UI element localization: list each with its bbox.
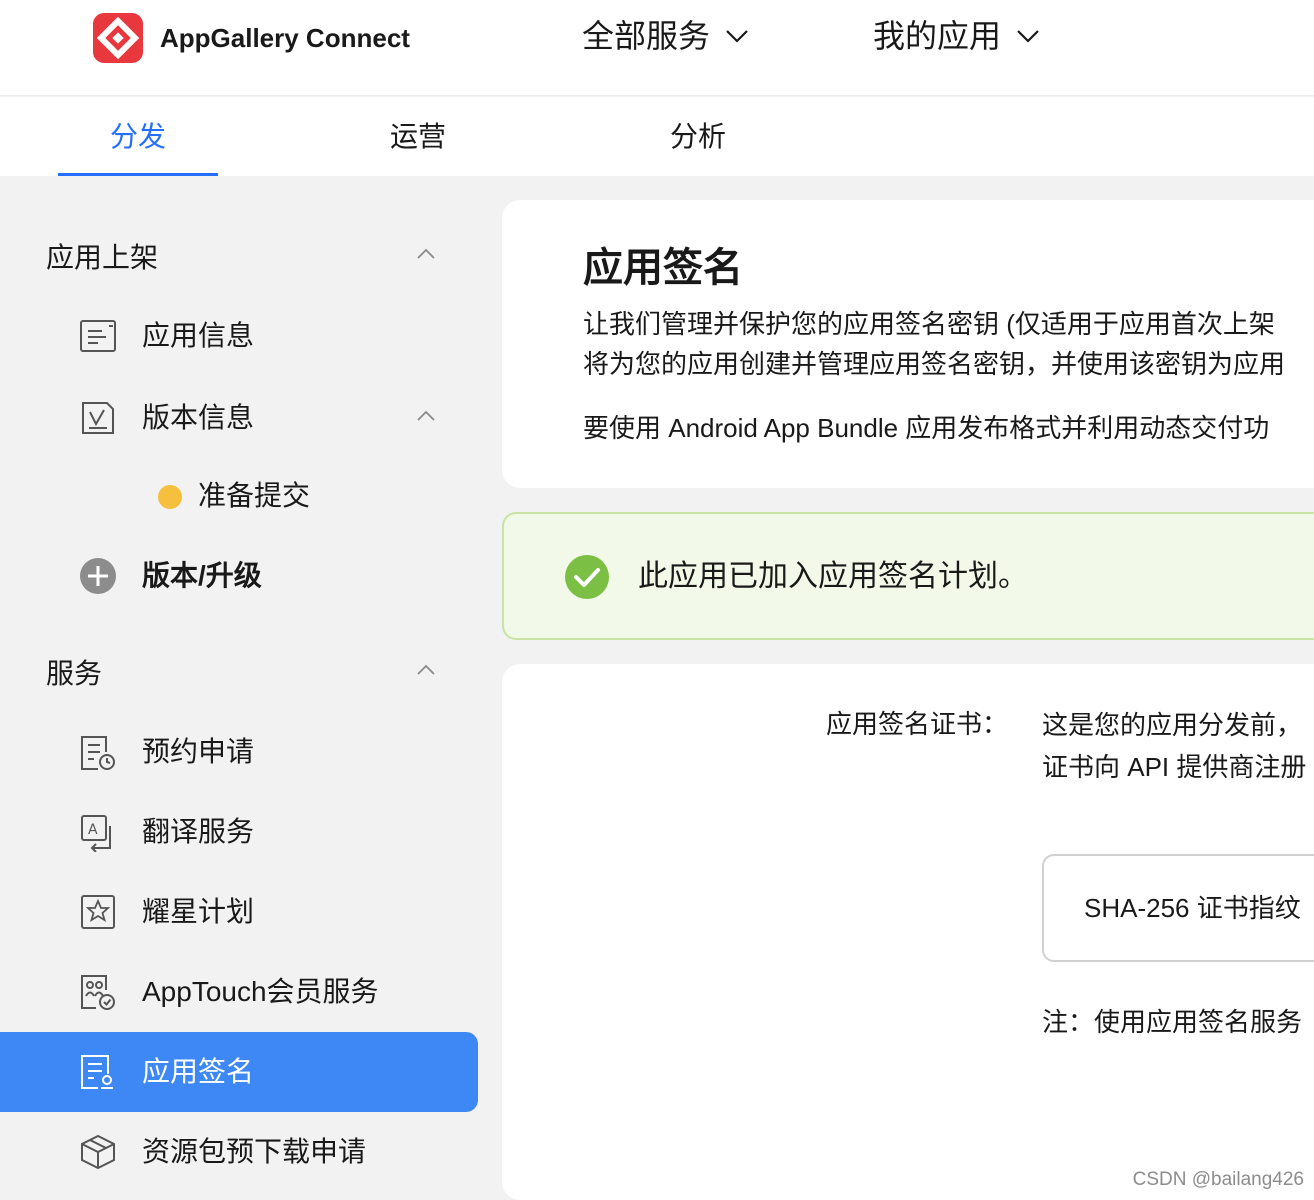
section-tabs: 分发 运营 分析 <box>0 97 1314 176</box>
cert-description-line2: 证书向 API 提供商注册 <box>1042 752 1307 782</box>
sidebar-item-label: 版本信息 <box>142 402 255 433</box>
sidebar-item-translation[interactable]: A 翻译服务 <box>0 792 478 872</box>
sidebar-item-label: 翻译服务 <box>142 816 255 847</box>
app-info-icon <box>80 320 116 352</box>
chevron-down-icon <box>726 30 748 43</box>
reservation-icon <box>81 736 115 770</box>
sidebar-item-label: 准备提交 <box>198 480 311 511</box>
sha256-fingerprint-box[interactable]: SHA-256 证书指纹 <box>1042 854 1314 962</box>
package-icon <box>81 1134 115 1170</box>
translation-icon: A <box>81 815 111 852</box>
my-apps-menu[interactable]: 我的应用 <box>873 14 1041 58</box>
sidebar-item-label: 耀星计划 <box>142 896 255 927</box>
sidebar-item-label: 资源包预下载申请 <box>142 1136 367 1167</box>
all-services-menu[interactable]: 全部服务 <box>582 14 750 58</box>
sidebar-item-version-info[interactable]: 版本信息 <box>0 378 478 458</box>
tab-operations[interactable]: 运营 <box>338 97 498 176</box>
my-apps-label: 我的应用 <box>873 18 1002 54</box>
version-info-icon <box>82 402 114 434</box>
sidebar-item-star-plan[interactable]: 耀星计划 <box>0 872 478 952</box>
sha256-fingerprint-label: SHA-256 证书指纹 <box>1084 893 1301 923</box>
app-signing-icon <box>81 1055 113 1089</box>
sidebar-item-app-signing[interactable]: 应用签名 <box>0 1032 478 1112</box>
tab-analytics[interactable]: 分析 <box>618 97 778 176</box>
chevron-up-icon[interactable] <box>414 242 438 266</box>
sidebar-item-label: AppTouch会员服务 <box>142 976 379 1007</box>
star-plan-icon <box>81 895 115 929</box>
sidebar-item-label: 版本/升级 <box>142 560 262 591</box>
chevron-up-icon[interactable] <box>414 404 438 428</box>
intro-text-line3: 要使用 Android App Bundle 应用发布格式并利用动态交付功 <box>583 413 1270 443</box>
sidebar-item-ready-to-submit[interactable]: 准备提交 <box>0 456 478 536</box>
signing-note: 注：使用应用签名服务 <box>1042 1007 1303 1037</box>
sidebar-item-reservation[interactable]: 预约申请 <box>0 712 478 792</box>
sidebar-item-member-service[interactable]: AppTouch会员服务 <box>0 952 478 1032</box>
cert-label: 应用签名证书： <box>826 709 1009 739</box>
sidebar-item-label: 应用信息 <box>142 320 255 351</box>
all-services-label: 全部服务 <box>582 18 711 54</box>
svg-text:A: A <box>88 822 98 838</box>
sidebar-section-services[interactable]: 服务 <box>46 654 102 694</box>
brand-name[interactable]: AppGallery Connect <box>160 20 410 56</box>
cert-description-line1: 这是您的应用分发前， <box>1042 710 1303 740</box>
status-dot <box>158 485 182 509</box>
success-banner: 此应用已加入应用签名计划。 <box>502 512 1314 640</box>
sidebar-item-package-preload[interactable]: 资源包预下载申请 <box>0 1112 478 1192</box>
page-title: 应用签名 <box>583 246 743 290</box>
check-circle-icon <box>565 555 609 599</box>
member-service-icon <box>81 975 115 1010</box>
tab-distribution[interactable]: 分发 <box>58 97 218 176</box>
sidebar: 应用上架 应用信息 版本信息 准备提交 版本/升级 服务 预约申请 A 翻译服务… <box>0 176 478 1200</box>
sidebar-item-label: 预约申请 <box>142 736 255 767</box>
sidebar-item-label: 应用签名 <box>142 1056 255 1087</box>
certificate-card: 应用签名证书： 这是您的应用分发前， 证书向 API 提供商注册 SHA-256… <box>502 664 1314 1200</box>
chevron-down-icon <box>1017 30 1039 43</box>
app-signing-intro-card: 应用签名 让我们管理并保护您的应用签名密钥 (仅适用于应用首次上架 将为您的应用… <box>502 200 1314 488</box>
top-header: AppGallery Connect 全部服务 我的应用 <box>0 0 1314 96</box>
sidebar-item-version-upgrade[interactable]: 版本/升级 <box>0 536 478 616</box>
sidebar-section-app-listing[interactable]: 应用上架 <box>46 238 158 278</box>
success-message: 此应用已加入应用签名计划。 <box>638 560 1028 593</box>
intro-text-line1: 让我们管理并保护您的应用签名密钥 (仅适用于应用首次上架 <box>583 309 1275 339</box>
appgallery-logo-icon[interactable] <box>93 13 143 63</box>
watermark: CSDN @bailang426 <box>1132 1169 1304 1190</box>
intro-text-line2: 将为您的应用创建并管理应用签名密钥，并使用该密钥为应用 <box>583 349 1286 379</box>
sidebar-item-app-info[interactable]: 应用信息 <box>0 296 478 376</box>
chevron-up-icon[interactable] <box>414 658 438 682</box>
plus-circle-icon <box>80 558 116 594</box>
